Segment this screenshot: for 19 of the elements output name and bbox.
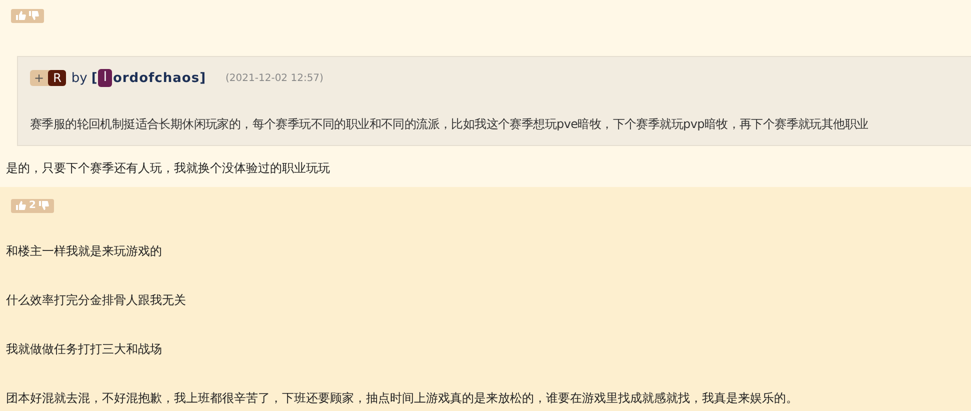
thumbs-down-icon[interactable]: [29, 11, 39, 20]
by-label: by: [71, 70, 88, 86]
post-paragraph: 是的，只要下个赛季还有人玩，我就换个没体验过的职业玩玩: [6, 160, 331, 177]
vote-count: 2: [29, 200, 36, 211]
rank-letter: R: [48, 70, 66, 86]
thumbs-up-icon[interactable]: [16, 11, 26, 20]
post-paragraph: 我就做做任务打打三大和战场: [6, 341, 163, 358]
thumbs-up-icon[interactable]: [16, 201, 26, 210]
quote-text: 赛季服的轮回机制挺适合长期休闲玩家的，每个赛季玩不同的职业和不同的流派，比如我这个赛季想玩pve暗牧，下个赛季就玩pvp暗牧，再下个赛季就玩其他职业: [30, 116, 870, 133]
user-avatar[interactable]: l: [98, 69, 112, 87]
bracket: [: [91, 70, 98, 86]
plus-sign[interactable]: +: [30, 71, 48, 85]
post-time: (2021-12-02 12:57): [226, 72, 324, 84]
username-link[interactable]: ordofchaos: [112, 70, 200, 86]
post-paragraph: 什么效率打完分金排骨人跟我无关: [6, 292, 187, 309]
bracket: ]: [200, 70, 206, 86]
post-paragraph: 团本好混就去混，不好混抱歉，我上班都很辛苦了，下班还要顾家，抽点时间上游戏真的是来放松的，谁要在游戏里找成就感就找，我真是来娱乐的。: [6, 390, 799, 407]
post-paragraph: 和楼主一样我就是来玩游戏的: [6, 243, 163, 260]
thumbs-down-icon[interactable]: [38, 201, 49, 210]
